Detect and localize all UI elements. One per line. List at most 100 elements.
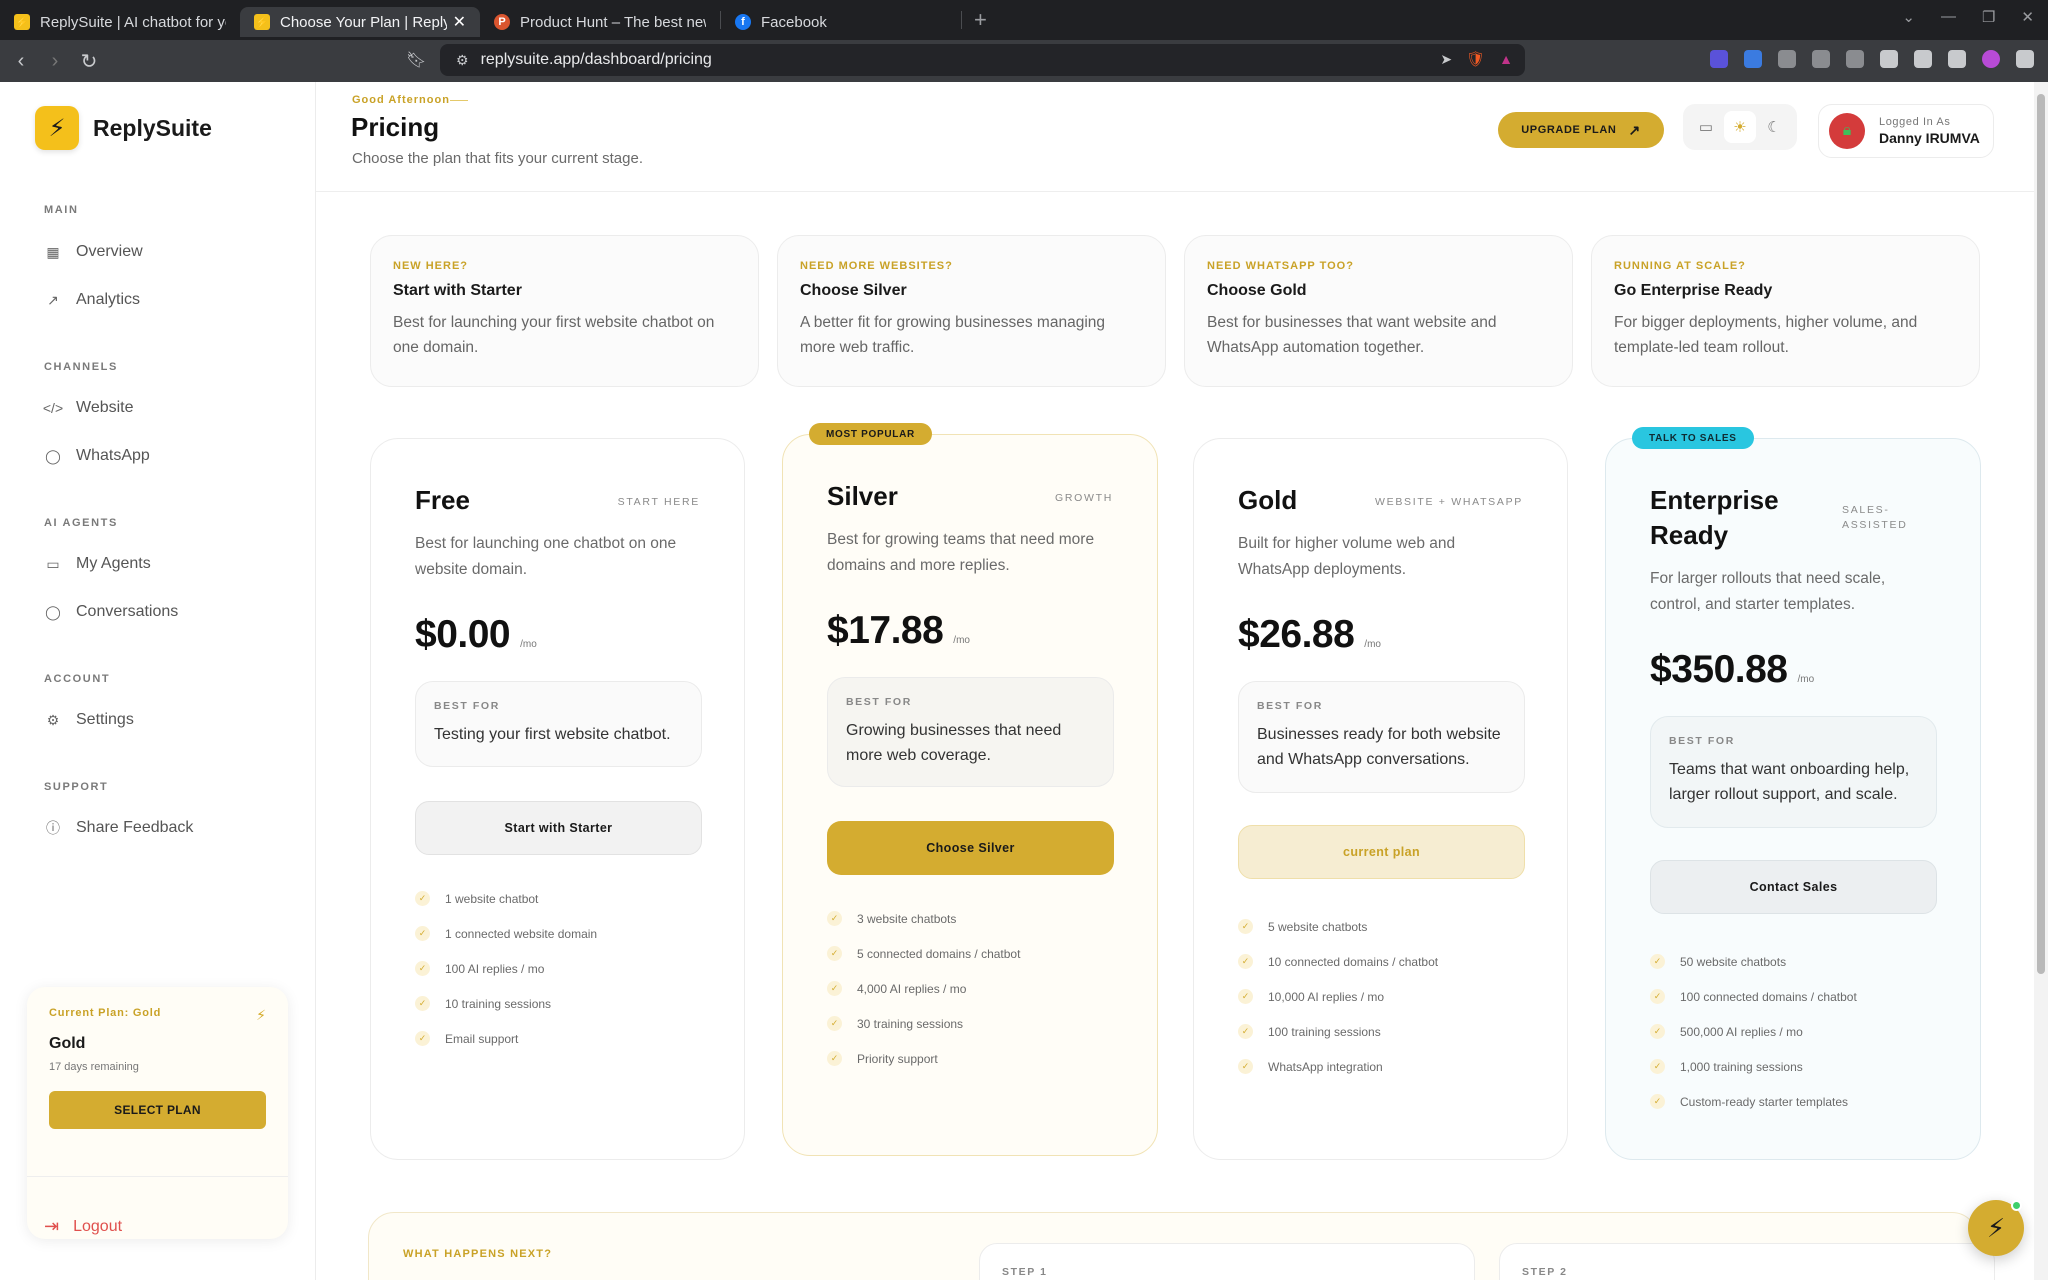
- sidebar-item-label: Conversations: [76, 603, 179, 620]
- upgrade-plan-button[interactable]: UPGRADE PLAN ↗: [1498, 112, 1664, 148]
- check-icon: ✓: [415, 926, 430, 941]
- sidebar-item-my-agents[interactable]: ▭ My Agents: [44, 555, 150, 573]
- contact-sales-button[interactable]: Contact Sales: [1650, 860, 1937, 914]
- sidebar-item-analytics[interactable]: ↗ Analytics: [44, 291, 140, 309]
- sidebar-item-website[interactable]: </> Website: [42, 399, 134, 417]
- feature-text: 5 website chatbots: [1268, 919, 1368, 934]
- wallet-icon[interactable]: [1914, 50, 1932, 68]
- restore-icon[interactable]: ❐: [1982, 8, 1995, 26]
- sidebar-toggle-icon[interactable]: [1880, 50, 1898, 68]
- forward-icon[interactable]: ›: [42, 50, 68, 73]
- feature-text: 50 website chatbots: [1680, 954, 1787, 969]
- bookmark-icon[interactable]: 🔖︎: [406, 50, 426, 70]
- reload-icon[interactable]: ↻: [76, 49, 102, 74]
- tab-list-chevron-icon[interactable]: ⌄: [1902, 8, 1915, 26]
- screenshot-icon[interactable]: [1846, 50, 1864, 68]
- hint-card: NEED MORE WEBSITES? Choose Silver A bett…: [777, 235, 1166, 387]
- browser-tab[interactable]: P Product Hunt – The best new prod: [480, 7, 720, 37]
- extension-icon[interactable]: [1744, 50, 1762, 68]
- feature-text: 3 website chatbots: [857, 911, 957, 926]
- step-card: STEP 2: [1499, 1243, 1995, 1280]
- product-hunt-favicon-icon: P: [494, 14, 510, 30]
- price-period: /mo: [520, 639, 537, 650]
- camera-icon[interactable]: [1778, 50, 1796, 68]
- logout-button[interactable]: ⇥ Logout: [44, 1216, 122, 1237]
- moon-icon[interactable]: ☾: [1758, 111, 1790, 143]
- close-window-icon[interactable]: ✕: [2021, 8, 2034, 26]
- check-icon: ✓: [415, 961, 430, 976]
- leo-ai-icon[interactable]: [1948, 50, 1966, 68]
- grid-icon: ▦: [46, 243, 60, 260]
- new-tab-icon[interactable]: +: [974, 7, 987, 33]
- plan-price: $17.88 /mo: [827, 609, 970, 653]
- select-plan-button[interactable]: SELECT PLAN: [49, 1091, 266, 1129]
- browser-tab-strip: ⚡ ReplySuite | AI chatbot for your ⚡ Cho…: [0, 0, 2048, 40]
- browser-tab[interactable]: ⚡ ReplySuite | AI chatbot for your: [0, 7, 240, 37]
- feature-item: ✓ 30 training sessions: [827, 1016, 963, 1031]
- profile-icon[interactable]: [1982, 50, 2000, 68]
- sidebar-item-settings[interactable]: ⚙ Settings: [44, 711, 134, 729]
- check-icon: ✓: [1650, 1059, 1665, 1074]
- check-icon: ✓: [827, 981, 842, 996]
- sidebar-item-conversations[interactable]: ◯ Conversations: [44, 603, 178, 621]
- page-title: Pricing: [351, 112, 440, 142]
- best-for-text: Businesses ready for both website and Wh…: [1257, 726, 1501, 768]
- extensions-area: [1710, 50, 2034, 68]
- check-icon: ✓: [1650, 1024, 1665, 1039]
- browser-tab-active[interactable]: ⚡ Choose Your Plan | ReplySuite ✕: [240, 7, 480, 37]
- theme-switcher: ▭ ☀ ☾: [1683, 104, 1797, 150]
- sidebar-item-whatsapp[interactable]: ◯ WhatsApp: [44, 447, 150, 465]
- nav-section-title: ACCOUNT: [44, 673, 111, 685]
- tab-separator: [961, 11, 962, 29]
- step-card: STEP 1: [979, 1243, 1475, 1280]
- site-settings-icon[interactable]: ⚙: [456, 52, 469, 69]
- address-bar[interactable]: 🔖︎ ⚙ replysuite.app/dashboard/pricing ➤ …: [406, 44, 1525, 76]
- nav-section-title: AI AGENTS: [44, 517, 118, 529]
- page-scrollbar[interactable]: [2034, 82, 2048, 1280]
- replysuite-favicon-icon: ⚡: [254, 14, 270, 30]
- brave-rewards-icon[interactable]: ▲: [1499, 51, 1513, 67]
- minimize-icon[interactable]: —: [1941, 8, 1956, 26]
- step-label: STEP 1: [1002, 1266, 1048, 1278]
- back-icon[interactable]: ‹: [8, 50, 34, 73]
- best-for-box: BEST FOR Teams that want onboarding help…: [1650, 716, 1937, 828]
- sidebar-item-label: Website: [76, 399, 134, 416]
- plan-name: Silver: [827, 481, 898, 511]
- chat-widget-button[interactable]: ⚡︎: [1968, 1200, 2024, 1256]
- plan-description: For larger rollouts that need scale, con…: [1650, 570, 1886, 613]
- tab-title: ReplySuite | AI chatbot for your: [40, 13, 226, 31]
- plan-price: $26.88 /mo: [1238, 613, 1381, 657]
- close-tab-icon[interactable]: ✕: [453, 12, 466, 32]
- message-square-icon: ▭: [46, 555, 60, 572]
- puzzle-icon[interactable]: [1812, 50, 1830, 68]
- check-icon: ✓: [415, 891, 430, 906]
- plan-tag: SALES-ASSISTED: [1842, 504, 1908, 531]
- brave-shield-icon[interactable]: 🛡︎: [1466, 50, 1485, 68]
- choose-silver-button[interactable]: Choose Silver: [827, 821, 1114, 875]
- extension-icon[interactable]: [1710, 50, 1728, 68]
- send-icon[interactable]: ➤: [1440, 51, 1452, 68]
- best-for-text: Teams that want onboarding help, larger …: [1669, 761, 1910, 803]
- feature-item: ✓ 50 website chatbots: [1650, 954, 1786, 969]
- feature-text: 100 training sessions: [1268, 1024, 1381, 1039]
- user-badge[interactable]: 🔒︎ Logged In As Danny IRUMVA: [1818, 104, 1994, 158]
- current-plan-button[interactable]: current plan: [1238, 825, 1525, 879]
- check-icon: ✓: [1238, 1059, 1253, 1074]
- code-icon: </>: [42, 400, 64, 416]
- monitor-icon[interactable]: ▭: [1690, 111, 1722, 143]
- feature-text: 1 connected website domain: [445, 926, 598, 941]
- sun-icon[interactable]: ☀: [1724, 111, 1756, 143]
- sidebar-item-overview[interactable]: ▦ Overview: [44, 243, 142, 261]
- menu-icon[interactable]: [2016, 50, 2034, 68]
- browser-tab[interactable]: f Facebook: [721, 7, 961, 37]
- start-with-starter-button[interactable]: Start with Starter: [415, 801, 702, 855]
- hint-description: A better fit for growing businesses mana…: [800, 314, 1106, 356]
- plan-description: Best for launching one chatbot on one we…: [415, 535, 677, 578]
- scrollbar-thumb[interactable]: [2037, 94, 2045, 974]
- plan-tag: WEBSITE + WHATSAPP: [1375, 496, 1523, 508]
- sidebar-item-label: Settings: [76, 711, 134, 728]
- sidebar-item-share-feedback[interactable]: ⓘ Share Feedback: [44, 819, 193, 837]
- brand-logo[interactable]: ⚡︎ ReplySuite: [35, 106, 212, 150]
- talk-to-sales-badge: TALK TO SALES: [1632, 427, 1754, 449]
- hint-title: Choose Silver: [800, 282, 907, 299]
